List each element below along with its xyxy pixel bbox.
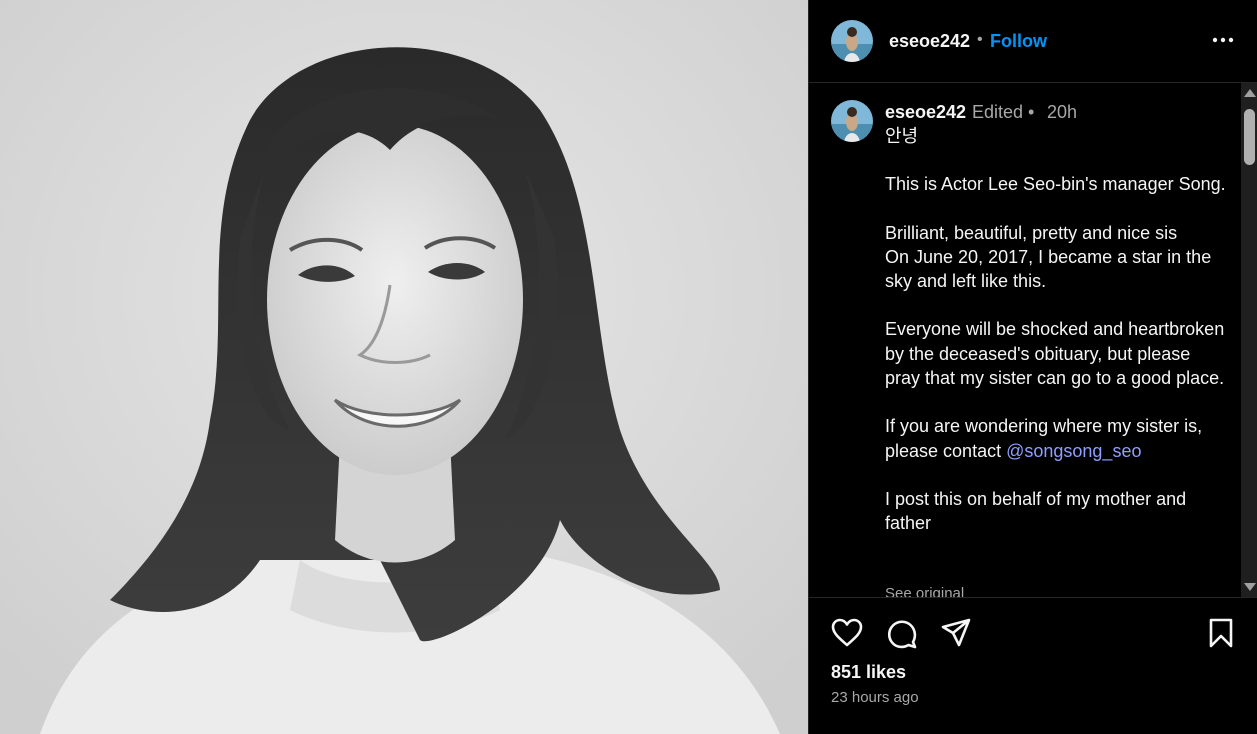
caption-username[interactable]: eseoe242 <box>885 102 966 123</box>
save-button[interactable] <box>1207 618 1235 653</box>
caption-paragraph: On June 20, 2017, I became a star in the… <box>885 246 1212 292</box>
caption-paragraph: Everyone will be shocked and heartbroken… <box>885 319 1225 389</box>
caption-author-avatar[interactable] <box>831 100 873 142</box>
author-username[interactable]: eseoe242 <box>889 31 970 52</box>
caption-paragraph: Brilliant, beautiful, pretty and nice si… <box>885 222 1178 243</box>
edited-label: Edited • <box>972 102 1035 122</box>
scroll-down-arrow-icon[interactable] <box>1244 583 1256 591</box>
portrait-image <box>0 0 808 734</box>
bookmark-icon <box>1209 618 1233 648</box>
caption-greeting: 안녕 <box>885 126 919 146</box>
action-bar: 851 likes 23 hours ago <box>809 598 1257 734</box>
paper-plane-icon <box>941 618 971 647</box>
comment-bubble-icon <box>887 620 917 649</box>
avatar-image <box>831 100 873 142</box>
like-button[interactable] <box>831 618 863 653</box>
avatar-image <box>831 20 873 62</box>
scroll-up-arrow-icon[interactable] <box>1244 89 1256 97</box>
caption-timestamp[interactable]: 20h <box>1047 102 1077 123</box>
follow-button[interactable]: Follow <box>990 31 1047 52</box>
ellipsis-icon <box>1212 37 1234 43</box>
caption-paragraph: If you are wondering where my sister is,… <box>885 414 1230 463</box>
comment-button[interactable] <box>886 618 918 655</box>
post-details-panel: eseoe242 • Follow eseoe242 Edited • 20h … <box>808 0 1257 734</box>
see-original-link[interactable]: See original <box>885 585 964 597</box>
post-header: eseoe242 • Follow <box>809 0 1257 83</box>
share-button[interactable] <box>940 618 972 653</box>
scrollbar-thumb[interactable] <box>1244 109 1255 165</box>
post-photo[interactable] <box>0 0 808 734</box>
author-avatar[interactable] <box>831 20 873 62</box>
heart-icon <box>831 618 863 647</box>
more-options-button[interactable] <box>1211 28 1235 52</box>
scrollbar[interactable] <box>1241 83 1257 597</box>
likes-count[interactable]: 851 likes <box>831 662 906 683</box>
post-timestamp[interactable]: 23 hours ago <box>831 689 919 706</box>
separator-dot: • <box>977 31 983 48</box>
mention-link[interactable]: @songsong_seo <box>1006 441 1141 461</box>
caption-paragraph: I post this on behalf of my mother and f… <box>885 488 1187 534</box>
caption-paragraph: This is Actor Lee Seo-bin's manager Song… <box>885 174 1226 195</box>
caption-scroll-area[interactable]: eseoe242 Edited • 20h 안녕 This is Actor L… <box>809 83 1257 598</box>
caption-text: 안녕 This is Actor Lee Seo-bin's manager S… <box>885 124 1230 536</box>
